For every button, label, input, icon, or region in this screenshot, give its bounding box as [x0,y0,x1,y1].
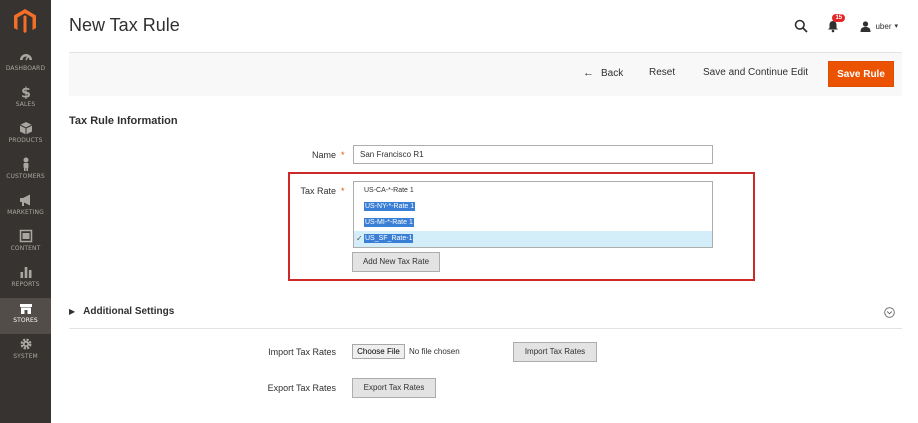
sidebar-item-label: STORES [13,317,38,324]
checkmark-icon: ✓ [356,234,363,243]
sidebar-item-dashboard[interactable]: DASHBOARD [0,46,51,82]
no-file-chosen-text: No file chosen [409,347,460,356]
sidebar-item-products[interactable]: PRODUCTS [0,118,51,154]
back-button[interactable]: ← Back [583,67,623,79]
save-and-continue-button[interactable]: Save and Continue Edit [703,67,808,78]
sidebar-item-label: REPORTS [11,281,40,288]
sidebar-item-label: CUSTOMERS [6,173,45,180]
dollar-icon: $ [21,86,31,100]
box-icon [19,122,32,135]
sidebar-item-label: SALES [15,101,36,108]
choose-file-button[interactable]: Choose File [352,344,405,359]
save-rule-button[interactable]: Save Rule [828,61,894,87]
tax-rate-multiselect[interactable]: US-CA-*-Rate 1 US-NY-*-Rate 1 US-MI-*-Ra… [353,181,713,248]
content-icon [19,229,32,243]
svg-text:$: $ [21,86,31,100]
notification-badge: 15 [832,14,846,22]
required-asterisk: * [341,150,345,160]
sidebar-item-content[interactable]: CONTENT [0,226,51,262]
section-divider [69,328,902,329]
sidebar-item-label: MARKETING [7,209,44,216]
user-name[interactable]: uber [875,22,891,31]
sidebar-item-stores[interactable]: STORES [0,298,51,334]
name-label: Name [311,150,336,160]
sidebar-item-label: DASHBOARD [5,65,46,72]
dashboard-icon [19,54,32,61]
sidebar-item-system[interactable]: SYSTEM [0,334,51,370]
tax-rate-option[interactable]: ✓ US_SF_Rate-1 [354,231,712,247]
additional-settings-title: Additional Settings [83,306,175,317]
import-tax-rates-label: Import Tax Rates [268,347,336,357]
triangle-right-icon: ▶ [69,307,76,316]
chevron-down-circle-icon[interactable] [884,307,895,318]
person-icon [23,157,28,171]
export-tax-rates-button[interactable]: Export Tax Rates [352,378,436,398]
user-icon[interactable] [860,20,871,32]
sidebar-item-customers[interactable]: CUSTOMERS [0,154,51,190]
back-button-label: Back [601,67,624,79]
sidebar-item-sales[interactable]: $ SALES [0,82,51,118]
tax-rate-label: Tax Rate [300,186,336,196]
section-title: Tax Rule Information [69,115,178,127]
magento-logo-icon[interactable] [12,8,38,34]
search-icon[interactable] [794,19,809,33]
caret-down-icon[interactable]: ▾ [894,22,898,30]
sidebar-item-label: CONTENT [10,245,41,252]
tax-rate-option[interactable]: US-CA-*-Rate 1 [354,183,712,199]
page-title: New Tax Rule [69,15,180,35]
gear-icon [20,338,31,350]
export-tax-rates-label: Export Tax Rates [267,383,336,393]
add-new-tax-rate-button[interactable]: Add New Tax Rate [352,252,440,272]
notifications-button[interactable]: 15 [826,14,846,33]
reset-button[interactable]: Reset [649,67,675,78]
arrow-left-icon: ← [583,67,594,79]
sidebar-item-label: SYSTEM [13,353,38,360]
page-actions-bar: ← Back Reset Save and Continue Edit Save… [69,52,902,96]
admin-sidebar: DASHBOARD $ SALES PRODUCTS CUSTOMERS MAR… [0,0,51,423]
megaphone-icon [19,194,30,206]
required-asterisk: * [341,186,345,196]
import-tax-rates-button[interactable]: Import Tax Rates [513,342,597,362]
sidebar-item-reports[interactable]: REPORTS [0,262,51,298]
bar-chart-icon [20,267,31,278]
tax-rate-option[interactable]: US-MI-*-Rate 1 [354,215,712,231]
tax-rate-option[interactable]: US-NY-*-Rate 1 [354,199,712,215]
sidebar-item-marketing[interactable]: MARKETING [0,190,51,226]
header-actions: 15 uber ▾ [794,14,898,36]
sidebar-item-label: PRODUCTS [8,137,43,144]
additional-settings-toggle[interactable]: ▶ Additional Settings [69,306,174,317]
name-input[interactable]: San Francisco R1 [353,145,713,164]
store-icon [19,304,32,314]
